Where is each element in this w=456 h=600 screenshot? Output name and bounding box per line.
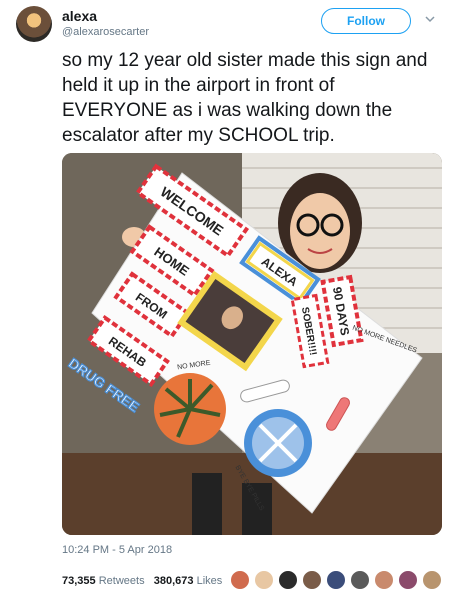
liker-avatar[interactable]: [254, 570, 274, 590]
liker-avatar[interactable]: [326, 570, 346, 590]
user-name[interactable]: alexa: [62, 8, 97, 24]
liker-avatar[interactable]: [374, 570, 394, 590]
liker-avatar[interactable]: [302, 570, 322, 590]
tweet-timestamp[interactable]: 10:24 PM - 5 Apr 2018: [62, 544, 172, 556]
liker-avatar[interactable]: [398, 570, 418, 590]
retweets-label[interactable]: Retweets: [99, 575, 145, 587]
tweet-card: alexa @alexarosecarter Follow so my 12 y…: [0, 0, 456, 600]
tweet-text: so my 12 year old sister made this sign …: [62, 50, 428, 146]
likes-count[interactable]: 380,673: [154, 575, 194, 587]
liker-avatar[interactable]: [350, 570, 370, 590]
likes-label[interactable]: Likes: [197, 575, 223, 587]
retweets-count[interactable]: 73,355: [62, 575, 96, 587]
liker-avatars: [230, 570, 442, 590]
tweet-photo[interactable]: WELCOME HOME FROM REHAB DRUG FREE ALEXA …: [62, 153, 442, 535]
tweet-stats: 73,355 Retweets 380,673 Likes: [62, 575, 222, 587]
liker-avatar[interactable]: [278, 570, 298, 590]
chevron-down-icon[interactable]: [425, 14, 435, 24]
liker-avatar[interactable]: [230, 570, 250, 590]
photo-illustration: WELCOME HOME FROM REHAB DRUG FREE ALEXA …: [62, 153, 442, 535]
follow-button[interactable]: Follow: [321, 8, 411, 34]
user-handle[interactable]: @alexarosecarter: [62, 26, 149, 38]
user-avatar[interactable]: [16, 6, 52, 42]
liker-avatar[interactable]: [422, 570, 442, 590]
